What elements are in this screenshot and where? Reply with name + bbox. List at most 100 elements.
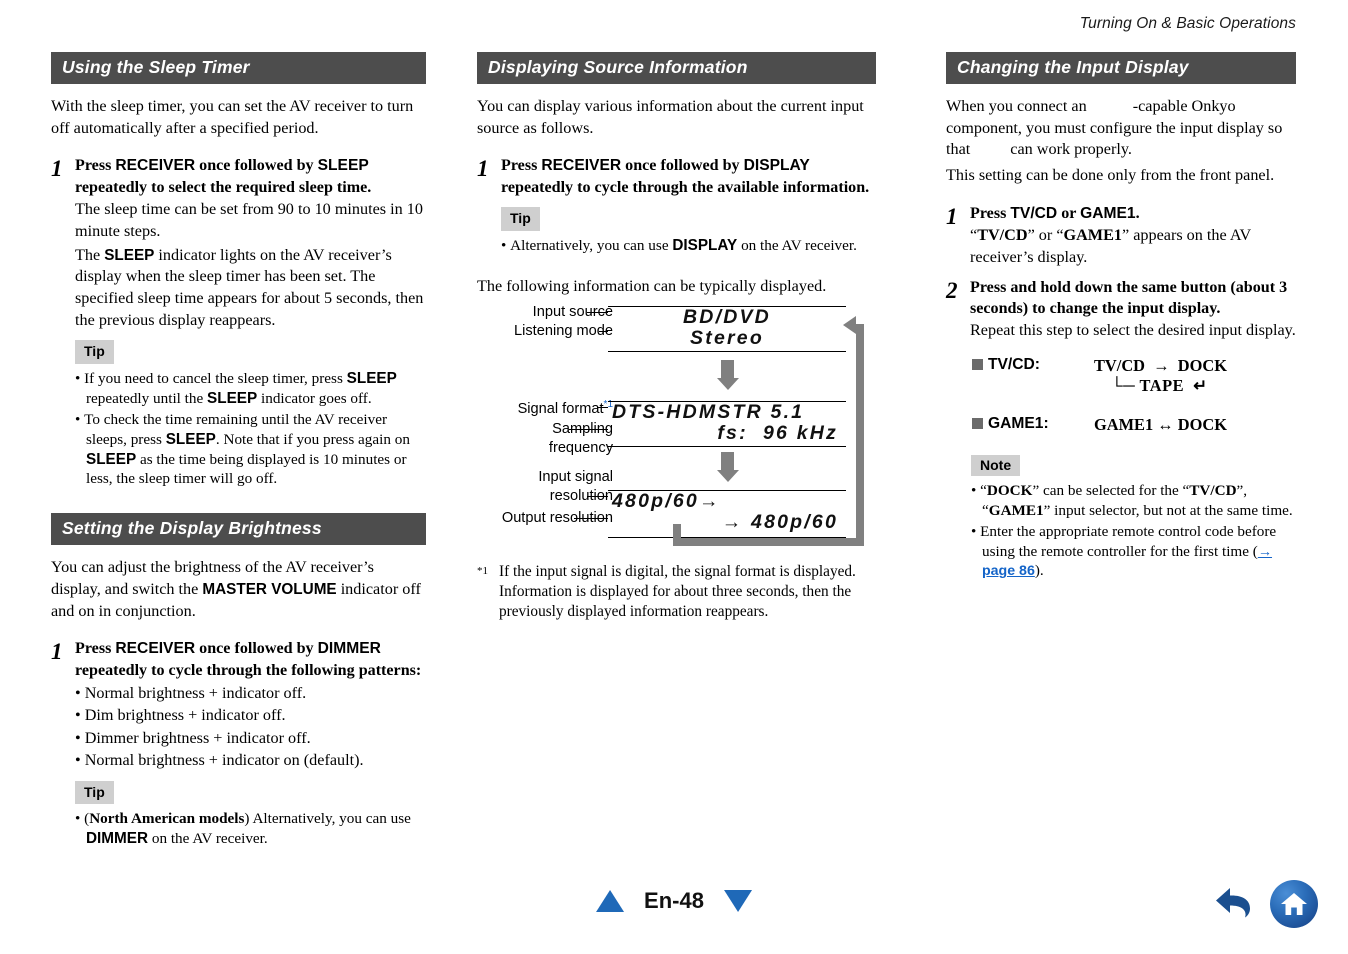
step-text-a: Press bbox=[970, 204, 1011, 222]
button-sleep: SLEEP bbox=[346, 370, 397, 388]
step-text-a: Press bbox=[75, 157, 116, 175]
page-pager: En-48 bbox=[596, 888, 752, 914]
step-number: 1 bbox=[946, 203, 958, 229]
cycle-row: GAME1: GAME1 ↔ DOCK bbox=[972, 415, 1296, 436]
sleep-timer-detail-1: The sleep time can be set from 90 to 10 … bbox=[75, 200, 423, 240]
cycle-value-game1: GAME1 ↔ DOCK bbox=[1094, 415, 1227, 436]
display-value-game1: GAME1 bbox=[1063, 226, 1122, 245]
running-header: Turning On & Basic Operations bbox=[1079, 15, 1296, 32]
pattern-label: Normal brightness + indicator on (defaul… bbox=[84, 751, 364, 770]
cycle-loop-corner bbox=[673, 523, 681, 538]
triangle-up-icon[interactable] bbox=[596, 890, 625, 912]
lcd-sampling-frequency-value: fs: 96 kHz bbox=[608, 423, 846, 446]
step-detail: “TV/CD” or “GAME1” appears on the AV rec… bbox=[970, 225, 1296, 268]
label-signal-format: Signal format*1 bbox=[518, 398, 613, 419]
cycle-line-1: GAME1 ↔ DOCK bbox=[1094, 414, 1227, 434]
page-columns: Using the Sleep Timer With the sleep tim… bbox=[0, 52, 1348, 861]
selector-game1: GAME1 bbox=[988, 502, 1044, 520]
tip-item: Alternatively, you can use DISPLAY on th… bbox=[501, 236, 876, 256]
leader-line bbox=[587, 495, 608, 497]
step-instruction: Press RECEIVER once followed by SLEEP re… bbox=[75, 155, 426, 198]
lcd-screen-1: BD/DVD Stereo bbox=[608, 305, 846, 352]
indicator-sleep: SLEEP bbox=[207, 390, 258, 408]
detail-text-c: ” or “ bbox=[1027, 226, 1064, 245]
indicator-master-volume: MASTER VOLUME bbox=[202, 580, 337, 598]
brightness-pattern: • Dimmer brightness + indicator off. bbox=[75, 728, 311, 747]
bullet-square-icon bbox=[972, 358, 983, 370]
indicator-sleep: SLEEP bbox=[104, 246, 155, 264]
sleep-timer-step-1: 1 Press RECEIVER once followed by SLEEP … bbox=[51, 155, 426, 495]
back-arrow-icon[interactable] bbox=[1214, 882, 1258, 927]
cycle-arrow-down-1 bbox=[716, 359, 739, 390]
selector-tv-cd: TV/CD bbox=[1189, 482, 1237, 500]
tip-text-c: on the AV receiver. bbox=[737, 236, 857, 254]
footnote-marker: *1 bbox=[477, 564, 488, 577]
cycle-row: TV/CD: TV/CD → DOCK └─ TAPE ↵ bbox=[972, 356, 1296, 397]
step-number: 1 bbox=[51, 639, 63, 665]
cycle-key-label: TV/CD: bbox=[988, 355, 1040, 373]
intro-text-c: can work properly. bbox=[1010, 140, 1132, 159]
pattern-label: Normal brightness + indicator off. bbox=[84, 684, 307, 703]
note-label: Note bbox=[971, 455, 1021, 477]
display-value-dock: DOCK bbox=[986, 482, 1033, 500]
button-receiver: RECEIVER bbox=[115, 640, 196, 658]
lcd-input-resolution-value: 480p/60→ bbox=[608, 490, 846, 513]
note-text-b: ). bbox=[1034, 562, 1044, 580]
source-info-step-1: 1 Press RECEIVER once followed by DISPLA… bbox=[477, 155, 876, 261]
triangle-down-icon[interactable] bbox=[723, 890, 752, 912]
section-heading-input-display: Changing the Input Display bbox=[946, 52, 1296, 84]
cycle-loop-arrowhead bbox=[843, 315, 856, 334]
step-text-a: Press bbox=[501, 157, 542, 175]
step-text-c: once followed by bbox=[195, 157, 318, 175]
tip-label: Tip bbox=[75, 340, 114, 365]
intro-text-a: When you connect an bbox=[946, 97, 1087, 115]
button-display: DISPLAY bbox=[672, 236, 738, 254]
step-number: 2 bbox=[946, 277, 958, 303]
home-icon[interactable] bbox=[1270, 880, 1318, 928]
step-text-c: once followed by bbox=[621, 157, 744, 175]
leader-line bbox=[597, 406, 608, 408]
note-text-a: “ bbox=[980, 482, 987, 500]
leader-line bbox=[569, 428, 608, 430]
button-dimmer: DIMMER bbox=[86, 830, 149, 848]
tip-label: Tip bbox=[501, 207, 540, 231]
pattern-label: Dimmer brightness + indicator off. bbox=[84, 728, 311, 747]
input-display-intro: When you connect an -capable Onkyo compon… bbox=[946, 96, 1296, 161]
note-text-c: ” can be selected for the “ bbox=[1032, 482, 1190, 500]
footer-icon-group bbox=[1214, 880, 1318, 928]
lcd-signal-format-value: DTS-HDMSTR 5.1 bbox=[608, 401, 846, 424]
note-item: Enter the appropriate remote control cod… bbox=[971, 522, 1296, 581]
column-middle: Displaying Source Information You can di… bbox=[449, 52, 898, 861]
brightness-step-1: 1 Press RECEIVER once followed by DIMMER… bbox=[51, 638, 426, 855]
tip-text-c: . Note that if you press again on bbox=[215, 430, 410, 448]
brightness-pattern: • Dim brightness + indicator off. bbox=[75, 706, 286, 725]
step-instruction: Press TV/CD or GAME1. bbox=[970, 203, 1296, 225]
label-text: Signal format bbox=[517, 400, 604, 417]
sleep-timer-detail-2: The SLEEP indicator lights on the AV rec… bbox=[75, 245, 426, 332]
step-text-c: or bbox=[1057, 204, 1081, 222]
brightness-intro: You can adjust the brightness of the AV … bbox=[51, 557, 426, 622]
button-sleep: SLEEP bbox=[165, 430, 216, 448]
step-text-e: repeatedly to cycle through the followin… bbox=[75, 661, 422, 679]
diagram-footnote: *1 If the input signal is digital, the s… bbox=[477, 562, 876, 623]
cycle-loop-bottom bbox=[673, 537, 859, 546]
leader-line bbox=[574, 517, 608, 519]
button-game1: GAME1 bbox=[1080, 204, 1136, 222]
cycle-line-1: TV/CD → DOCK bbox=[1094, 355, 1227, 375]
cycle-loop-vertical bbox=[856, 323, 864, 546]
lcd-output-resolution-value: → 480p/60 bbox=[608, 512, 846, 535]
step-text-e: repeatedly to select the required sleep … bbox=[75, 178, 372, 196]
note-text-g: ” input selector, but not at the same ti… bbox=[1043, 502, 1293, 520]
lcd-screen-3: 480p/60→ → 480p/60 bbox=[608, 489, 846, 538]
tip-callout-sleep: Tip If you need to cancel the sleep time… bbox=[75, 340, 426, 489]
section-heading-sleep-timer: Using the Sleep Timer bbox=[51, 52, 426, 84]
tip-item: If you need to cancel the sleep timer, p… bbox=[75, 369, 426, 409]
note-item: “DOCK” can be selected for the “TV/CD”, … bbox=[971, 481, 1296, 521]
button-dimmer: DIMMER bbox=[317, 640, 381, 658]
step-instruction: Press and hold down the same button (abo… bbox=[970, 278, 1288, 318]
step-text-e: . bbox=[1135, 204, 1140, 222]
step-instruction: Press RECEIVER once followed by DIMMER r… bbox=[75, 638, 426, 681]
step-instruction: Press RECEIVER once followed by DISPLAY … bbox=[501, 155, 876, 198]
models-note: North American models bbox=[89, 810, 245, 828]
note-callout: Note “DOCK” can be selected for the “TV/… bbox=[971, 455, 1296, 581]
